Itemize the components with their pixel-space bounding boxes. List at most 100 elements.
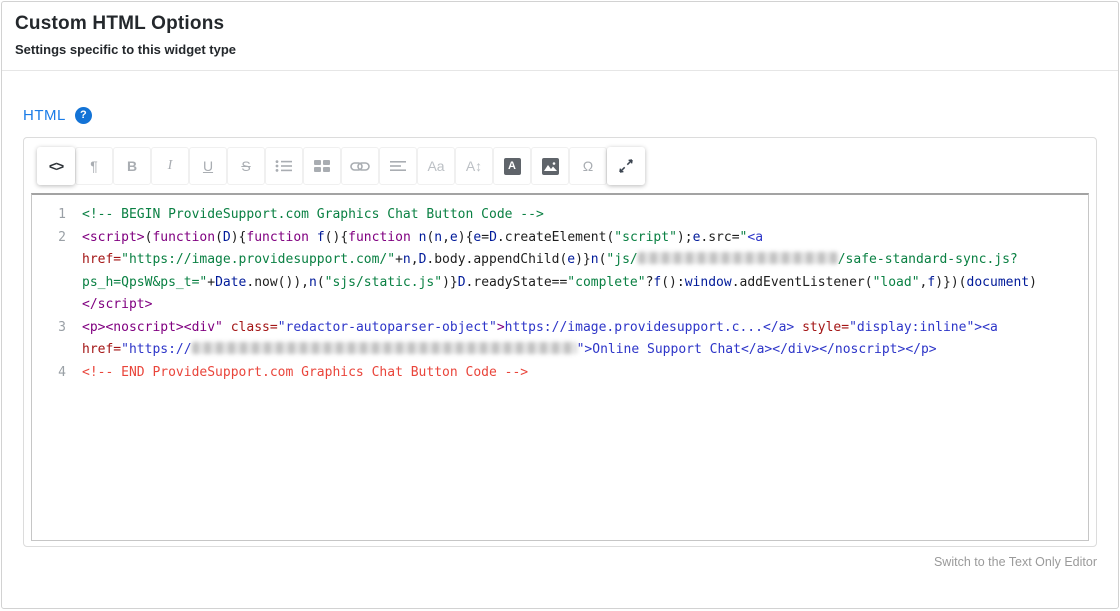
code-line: 3<p><noscript><div" class="redactor-auto… [32, 317, 1076, 362]
font-family-button[interactable]: Aa [417, 147, 455, 185]
code-token [794, 320, 802, 335]
line-number: 2 [32, 227, 82, 250]
switch-text-only-editor-link[interactable]: Switch to the Text Only Editor [934, 555, 1097, 569]
italic-button[interactable]: I [151, 147, 189, 185]
code-token: "complete" [567, 275, 645, 290]
code-token: n [434, 230, 442, 245]
special-characters-icon: Ω [583, 159, 593, 173]
image-icon [542, 158, 559, 175]
text-color-button[interactable]: A [493, 147, 531, 185]
code-token: )})( [935, 275, 966, 290]
bold-button[interactable]: B [113, 147, 151, 185]
strikethrough-icon: S [241, 159, 250, 173]
image-button[interactable] [531, 147, 569, 185]
code-token: f [317, 230, 325, 245]
page-title: Custom HTML Options [15, 13, 1104, 35]
code-token: <script> [82, 230, 145, 245]
code-token: "sjs/static.js" [325, 275, 442, 290]
source-code-button[interactable]: <> [37, 147, 75, 185]
code-token: > [974, 320, 982, 335]
code-token: <a [747, 230, 763, 245]
underline-button[interactable]: U [189, 147, 227, 185]
code-token: "script" [614, 230, 677, 245]
source-code-icon: <> [49, 159, 63, 173]
special-characters-button[interactable]: Ω [569, 147, 607, 185]
custom-html-options-page: Custom HTML Options Settings specific to… [1, 1, 1119, 609]
text-color-icon: A [504, 158, 521, 175]
code-token: , [411, 252, 419, 267]
code-token: , [442, 230, 450, 245]
code-token [998, 320, 1006, 335]
link-button[interactable] [341, 147, 379, 185]
code-token: <!-- END ProvideSupport.com Graphics Cha… [82, 365, 528, 380]
redacted-text [192, 342, 577, 354]
font-family-icon: Aa [427, 159, 444, 173]
code-token: ){ [231, 230, 247, 245]
code-token: "load" [873, 275, 920, 290]
line-number: 4 [32, 362, 82, 385]
italic-icon: I [168, 159, 173, 173]
code-token [223, 320, 231, 335]
code-token: ">Online Support Chat</a></div></noscrip… [577, 342, 937, 357]
code-line-content: <script>(function(D){function f(){functi… [82, 227, 1076, 317]
code-token: .src= [700, 230, 739, 245]
code-token: <!-- BEGIN ProvideSupport.com Graphics C… [82, 207, 544, 222]
editor-footer: Switch to the Text Only Editor [23, 555, 1097, 569]
code-token: ) [1029, 275, 1037, 290]
table-button[interactable] [303, 147, 341, 185]
code-token: href= [82, 342, 121, 357]
code-token: + [207, 275, 215, 290]
code-line-content: <!-- BEGIN ProvideSupport.com Graphics C… [82, 204, 1076, 227]
code-token: e [567, 252, 575, 267]
link-icon [350, 160, 370, 173]
code-token: ); [677, 230, 693, 245]
code-token: style= [802, 320, 849, 335]
table-icon [314, 159, 330, 173]
code-token: .body.appendChild( [426, 252, 567, 267]
code-token: (): [661, 275, 684, 290]
line-number: 1 [32, 204, 82, 227]
code-line-content: <p><noscript><div" class="redactor-autop… [82, 317, 1076, 362]
code-token: function [348, 230, 411, 245]
strikethrough-button[interactable]: S [227, 147, 265, 185]
code-token: Date [215, 275, 246, 290]
font-size-icon: A↕ [466, 159, 482, 173]
code-token: )} [575, 252, 591, 267]
code-token: (){ [325, 230, 348, 245]
alignment-icon [390, 160, 406, 172]
code-token: n [309, 275, 317, 290]
fullscreen-button[interactable] [607, 147, 645, 185]
redacted-text [638, 252, 838, 264]
help-icon[interactable]: ? [75, 107, 92, 124]
code-token: D [223, 230, 231, 245]
code-token: </script> [82, 297, 152, 312]
unordered-list-button[interactable] [265, 147, 303, 185]
code-line: 4<!-- END ProvideSupport.com Graphics Ch… [32, 362, 1076, 385]
code-token: .now()), [246, 275, 309, 290]
code-line-content: <!-- END ProvideSupport.com Graphics Cha… [82, 362, 1076, 385]
paragraph-format-button[interactable]: ¶ [75, 147, 113, 185]
underline-icon: U [203, 159, 213, 173]
code-token [411, 230, 419, 245]
code-token: .readyState== [466, 275, 568, 290]
code-area[interactable]: 1<!-- BEGIN ProvideSupport.com Graphics … [31, 193, 1089, 541]
code-token: document [967, 275, 1030, 290]
code-token: = [481, 230, 489, 245]
font-size-button[interactable]: A↕ [455, 147, 493, 185]
code-token: function [152, 230, 215, 245]
code-token: D [489, 230, 497, 245]
code-line: 2<script>(function(D){function f(){funct… [32, 227, 1076, 317]
code-token: function [246, 230, 309, 245]
fullscreen-icon [618, 158, 634, 174]
code-line: 1<!-- BEGIN ProvideSupport.com Graphics … [32, 204, 1076, 227]
unordered-list-icon [275, 159, 293, 173]
code-token: ( [215, 230, 223, 245]
alignment-button[interactable] [379, 147, 417, 185]
code-token: n [591, 252, 599, 267]
code-token: .addEventListener( [732, 275, 873, 290]
code-token: > [497, 320, 505, 335]
page-header: Custom HTML Options Settings specific to… [2, 2, 1118, 71]
html-field-label-row: HTML ? [23, 107, 1097, 124]
code-token: "https://image.providesupport.com/" [121, 252, 395, 267]
code-token: )} [442, 275, 458, 290]
